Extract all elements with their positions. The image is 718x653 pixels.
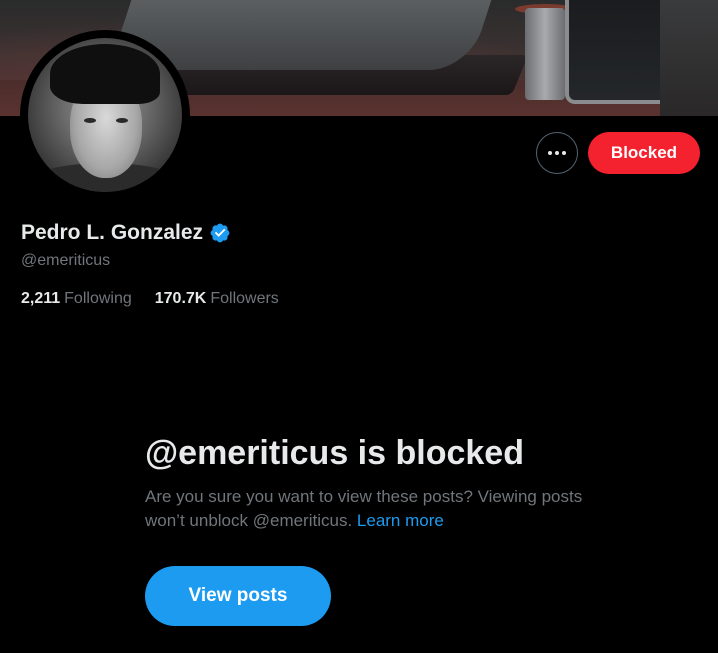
profile-stats: 2,211 Following 170.7K Followers (21, 290, 279, 308)
profile-avatar[interactable] (20, 30, 190, 200)
banner-wall (660, 0, 718, 116)
profile-page: Blocked Pedro L. Gonzalez @emeriticus 2,… (0, 0, 718, 653)
blocked-notice-title: @emeriticus is blocked (145, 434, 524, 472)
dot (548, 151, 552, 155)
name-row: Pedro L. Gonzalez (21, 219, 231, 247)
followers-label: Followers (210, 290, 279, 307)
view-posts-button[interactable]: View posts (145, 566, 331, 626)
banner-table (525, 8, 565, 100)
avatar-eye-left (84, 118, 96, 123)
followers-link[interactable]: 170.7K Followers (155, 290, 279, 308)
following-count: 2,211 (21, 290, 61, 307)
more-horizontal-icon (548, 151, 566, 155)
dot (555, 151, 559, 155)
learn-more-link[interactable]: Learn more (357, 511, 444, 530)
verified-badge-icon[interactable] (209, 222, 231, 244)
banner-chair (565, 0, 673, 104)
following-label: Following (64, 290, 132, 307)
dot (562, 151, 566, 155)
followers-count: 170.7K (154, 290, 207, 307)
avatar-photo (28, 38, 182, 192)
display-name: Pedro L. Gonzalez (21, 221, 204, 244)
more-options-button[interactable] (536, 132, 578, 174)
avatar-hair (50, 44, 160, 104)
profile-handle: @emeriticus (21, 252, 111, 269)
blocked-button[interactable]: Blocked (588, 132, 700, 174)
blocked-notice-description: Are you sure you want to view these post… (145, 485, 585, 533)
following-link[interactable]: 2,211 Following (21, 290, 132, 308)
avatar-eye-right (116, 118, 128, 123)
